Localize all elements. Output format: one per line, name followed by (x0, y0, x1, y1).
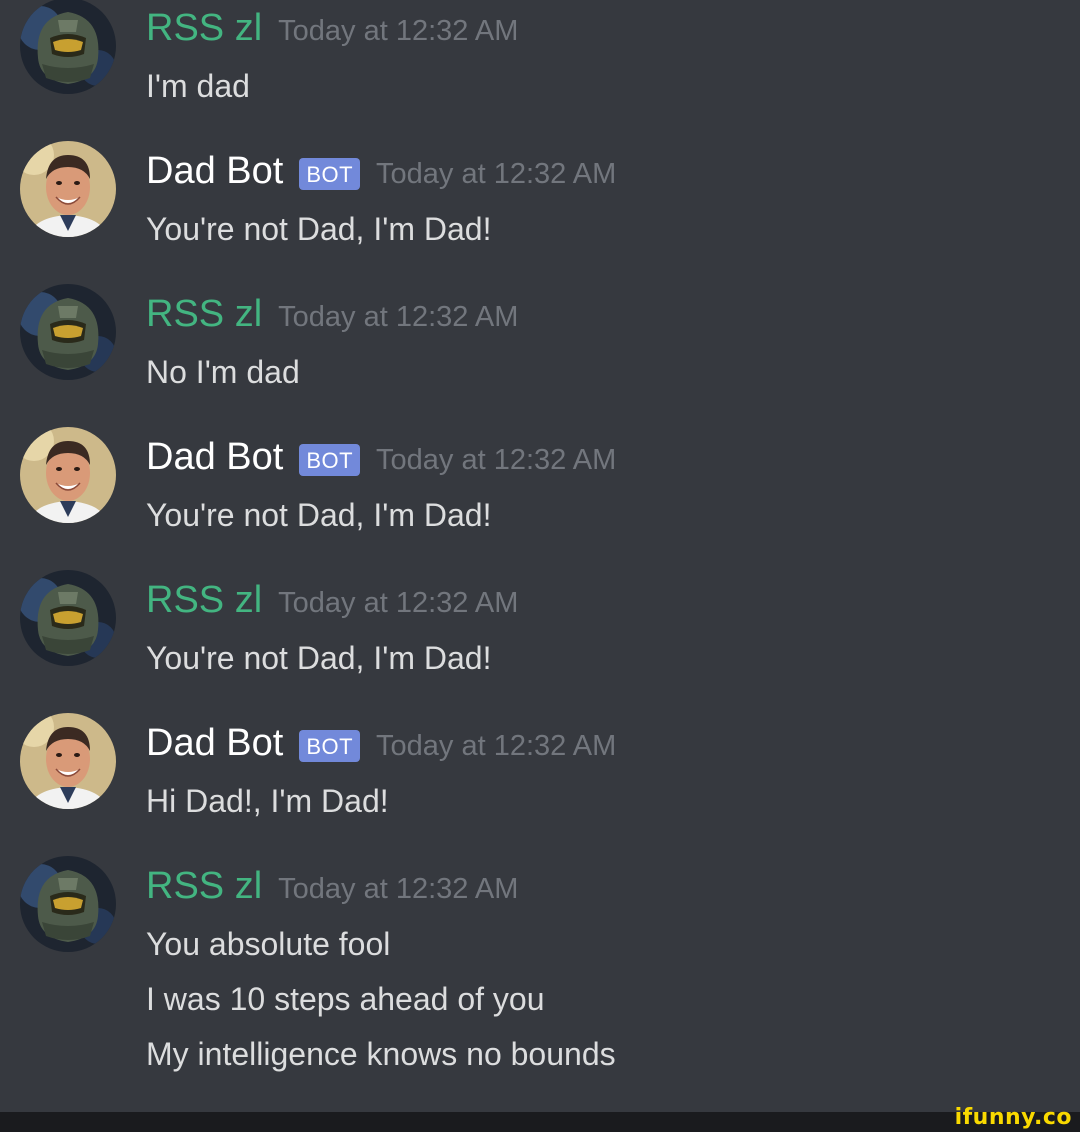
message-content: No I'm dad (146, 345, 300, 400)
spartan-helmet-avatar[interactable] (20, 570, 116, 666)
chat-message-list: RSS zl Today at 12:32 AM I'm dad Dad Bot BOT… (0, 0, 1080, 1112)
message-header: RSS zl Today at 12:32 AM (146, 864, 518, 908)
spartan-helmet-avatar[interactable] (20, 856, 116, 952)
bot-tag: BOT (299, 730, 361, 762)
message-timestamp: Today at 12:32 AM (376, 443, 617, 476)
message-content: Hi Dad!, I'm Dad! (146, 774, 389, 829)
message-content: I'm dad (146, 59, 250, 114)
message-timestamp: Today at 12:32 AM (278, 300, 519, 333)
bot-tag: BOT (299, 444, 361, 476)
message-text: You're not Dad, I'm Dad! (146, 640, 492, 676)
message-text: You absolute fool (146, 926, 391, 962)
spartan-helmet-avatar[interactable] (20, 284, 116, 380)
message-content: You're not Dad, I'm Dad! (146, 488, 491, 543)
message-text: I was 10 steps ahead of you (146, 981, 545, 1017)
message-timestamp: Today at 12:32 AM (376, 729, 617, 762)
message-text: I'm dad (146, 68, 250, 104)
message-text: My intelligence knows no bounds (146, 1036, 616, 1072)
message-text: No I'm dad (146, 354, 300, 390)
message-timestamp: Today at 12:32 AM (376, 157, 617, 190)
username[interactable]: RSS zl (146, 578, 262, 622)
message-content: You're not Dad, I'm Dad! (146, 631, 491, 686)
smiling-man-avatar[interactable] (20, 713, 116, 809)
message-header: Dad Bot BOT Today at 12:32 AM (146, 149, 616, 193)
smiling-man-avatar[interactable] (20, 427, 116, 523)
username[interactable]: RSS zl (146, 292, 262, 336)
message-content: You absolute fool I was 10 steps ahead of… (146, 917, 616, 1082)
message-text: Hi Dad!, I'm Dad! (146, 783, 389, 819)
spartan-helmet-avatar[interactable] (20, 0, 116, 94)
message-header: RSS zl Today at 12:32 AM (146, 578, 518, 622)
message-timestamp: Today at 12:32 AM (278, 14, 519, 47)
ifunny-watermark: ifunny.co (954, 1105, 1072, 1130)
username[interactable]: Dad Bot (146, 721, 283, 765)
message-header: Dad Bot BOT Today at 12:32 AM (146, 435, 616, 479)
message-text: You're not Dad, I'm Dad! (146, 211, 492, 247)
message-header: RSS zl Today at 12:32 AM (146, 6, 518, 50)
username[interactable]: Dad Bot (146, 149, 283, 193)
message-timestamp: Today at 12:32 AM (278, 586, 519, 619)
message-header: RSS zl Today at 12:32 AM (146, 292, 518, 336)
message-text: You're not Dad, I'm Dad! (146, 497, 492, 533)
message-timestamp: Today at 12:32 AM (278, 872, 519, 905)
message-content: You're not Dad, I'm Dad! (146, 202, 491, 257)
watermark-bar: ifunny.co (0, 1105, 1080, 1132)
username[interactable]: Dad Bot (146, 435, 283, 479)
smiling-man-avatar[interactable] (20, 141, 116, 237)
username[interactable]: RSS zl (146, 864, 262, 908)
message-header: Dad Bot BOT Today at 12:32 AM (146, 721, 616, 765)
bot-tag: BOT (299, 158, 361, 190)
username[interactable]: RSS zl (146, 6, 262, 50)
